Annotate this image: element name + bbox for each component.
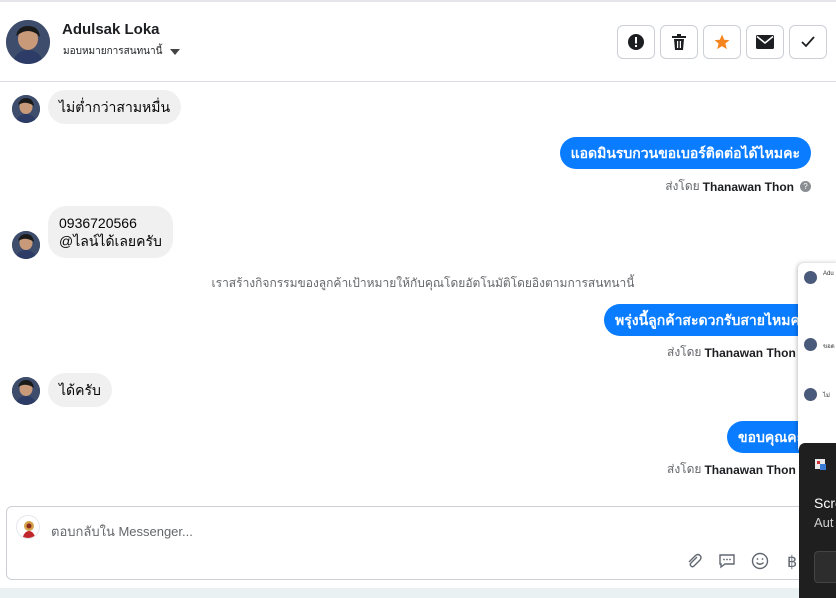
sent-by-label: ส่งโดย Thanawan Thon ? xyxy=(665,177,811,196)
message-line: 0936720566 xyxy=(59,215,137,231)
reply-composer[interactable]: ตอบกลับใน Messenger... ฿ xyxy=(6,506,826,580)
conversation-preview-panel: Adu ขอด ไม่ xyxy=(798,263,836,453)
alert-icon xyxy=(628,34,644,50)
incoming-message: ไม่ต่ำกว่าสามหมื่น xyxy=(48,90,182,124)
preview-avatar xyxy=(804,338,817,351)
assign-conversation-dropdown[interactable]: มอบหมายการสนทนานี้ xyxy=(63,44,181,59)
sent-by-label: ส่งโดย Thanawan Thon xyxy=(667,460,796,479)
incoming-message: 0936720566 @ไลน์ได้เลยครับ xyxy=(48,206,173,258)
contact-avatar-small xyxy=(12,377,40,405)
contact-avatar-small xyxy=(12,95,40,123)
outgoing-message: แอดมินรบกวนขอเบอร์ติดต่อได้ไหมคะ xyxy=(559,137,811,169)
checkmark-icon xyxy=(801,36,815,48)
system-note: เราสร้างกิจกรรมของลูกค้าเป้าหมายให้กับคุ… xyxy=(211,276,635,290)
contact-name[interactable]: Adulsak Loka xyxy=(62,21,160,38)
chevron-down-icon xyxy=(170,48,181,55)
star-button[interactable] xyxy=(703,25,741,59)
contact-avatar-small xyxy=(12,231,40,259)
preview-avatar xyxy=(804,271,817,284)
preview-text: Adu xyxy=(823,271,834,277)
delete-button[interactable] xyxy=(660,25,698,59)
page-avatar xyxy=(16,515,40,539)
sent-by-agent: Thanawan Thon xyxy=(704,345,796,360)
contact-avatar[interactable] xyxy=(6,20,50,64)
reply-input[interactable]: ตอบกลับใน Messenger... xyxy=(51,521,193,542)
bottom-strip xyxy=(0,588,836,598)
mark-done-button[interactable] xyxy=(789,25,827,59)
envelope-icon xyxy=(756,35,774,49)
message-line: @ไลน์ได้เลยครับ xyxy=(59,233,162,249)
sent-by-prefix: ส่งโดย xyxy=(667,345,702,359)
outgoing-message: พรุ่งนี้ลูกค้าสะดวกรับสายไหมคะ xyxy=(604,304,819,336)
preview-avatar xyxy=(804,388,817,401)
conversation-header: Adulsak Loka มอบหมายการสนทนานี้ xyxy=(0,2,836,82)
mark-unread-button[interactable] xyxy=(746,25,784,59)
snip-tool-icon xyxy=(814,458,828,472)
toast-title: Scre xyxy=(814,495,836,511)
svg-text:฿: ฿ xyxy=(787,552,797,570)
star-icon xyxy=(714,34,730,50)
mark-spam-button[interactable] xyxy=(617,25,655,59)
saved-reply-icon[interactable] xyxy=(717,551,737,571)
emoji-icon[interactable] xyxy=(750,551,770,571)
sent-by-agent: Thanawan Thon xyxy=(704,462,796,477)
incoming-message: ได้ครับ xyxy=(48,373,112,407)
sent-by-agent: Thanawan Thon xyxy=(702,179,794,194)
help-icon[interactable]: ? xyxy=(800,181,811,192)
sent-by-prefix: ส่งโดย xyxy=(667,462,702,476)
assign-label: มอบหมายการสนทนานี้ xyxy=(63,46,163,57)
preview-text: ไม่ xyxy=(823,393,830,399)
preview-text: ขอด xyxy=(823,344,835,350)
screenshot-toast[interactable]: Scre Aut xyxy=(799,443,836,598)
trash-icon xyxy=(672,34,686,50)
toast-subtitle: Aut xyxy=(814,515,834,530)
sent-by-label: ส่งโดย Thanawan Thon xyxy=(667,343,796,362)
toast-action-button[interactable] xyxy=(814,551,836,583)
attachment-icon[interactable] xyxy=(684,551,704,571)
sent-by-prefix: ส่งโดย xyxy=(665,179,700,193)
